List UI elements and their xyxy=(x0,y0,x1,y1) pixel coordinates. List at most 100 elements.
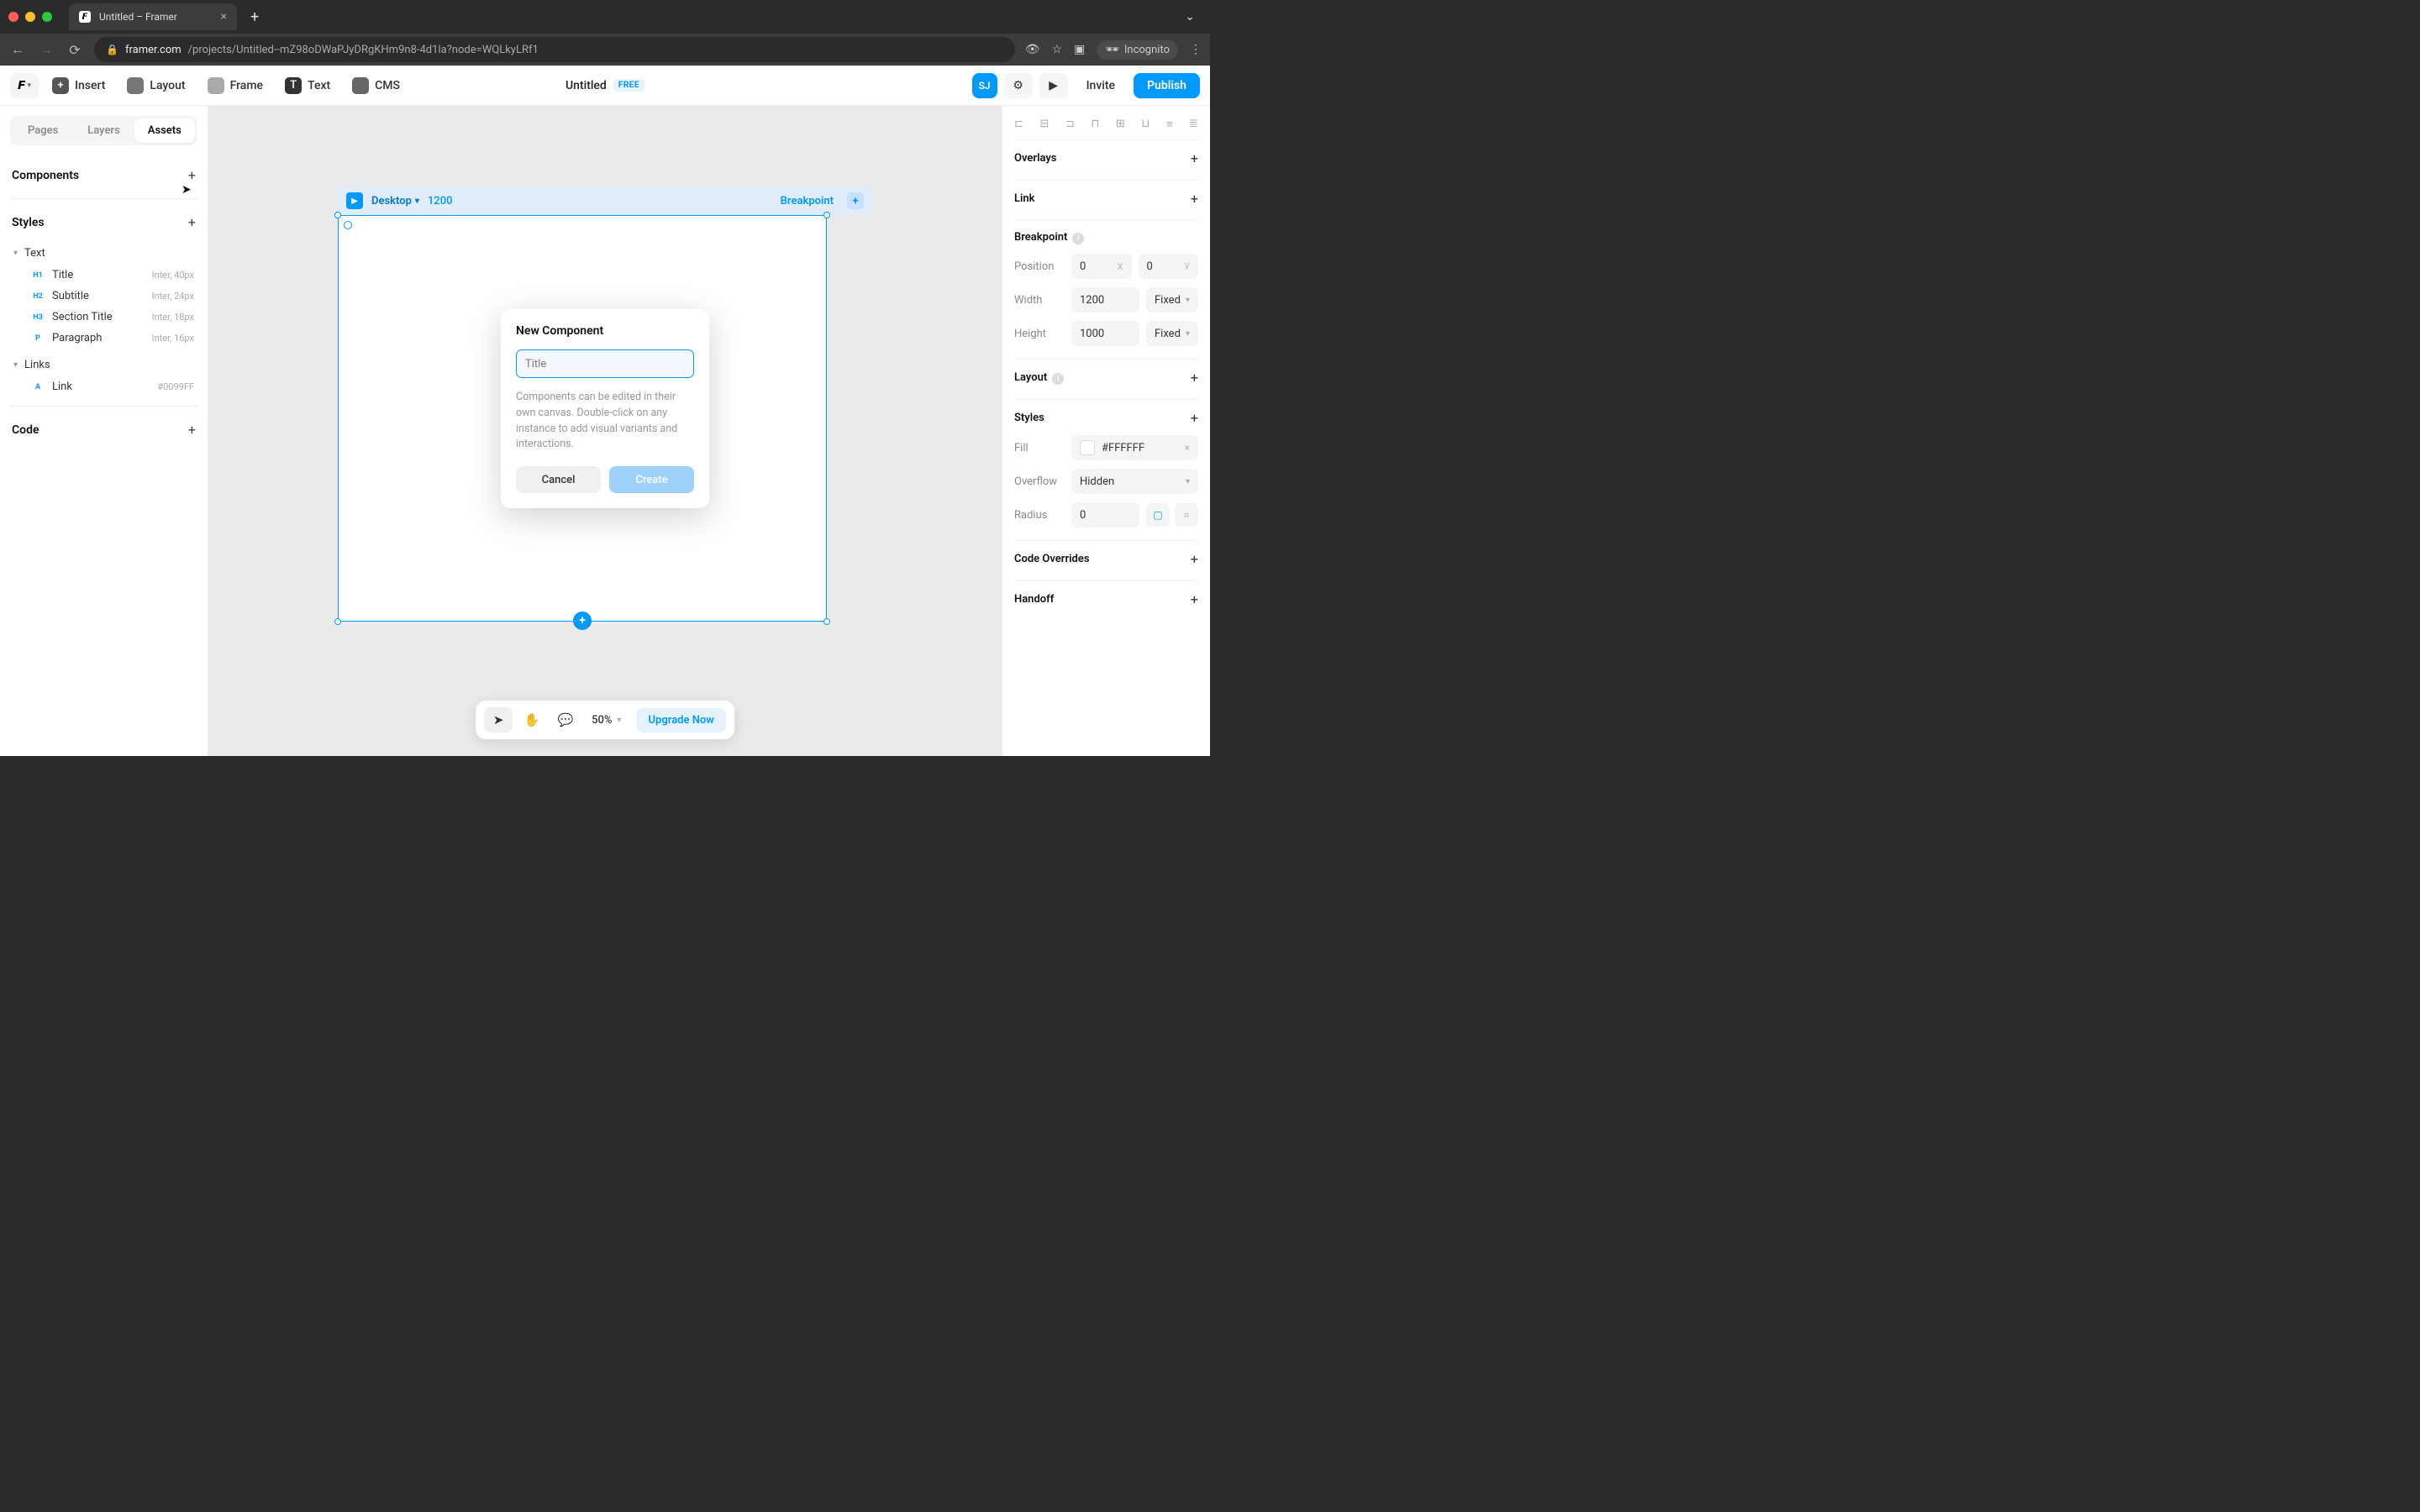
cms-tool[interactable]: CMS xyxy=(344,72,408,99)
add-link-button[interactable]: + xyxy=(1191,191,1198,207)
close-tab-icon[interactable]: × xyxy=(221,10,227,24)
back-button[interactable]: ← xyxy=(8,41,27,58)
clear-fill-button[interactable]: × xyxy=(1185,442,1190,454)
add-component-button[interactable]: + xyxy=(188,167,196,183)
styles-section: Styles+ Fill #FFFFFF × Overflow Hidden▾ … xyxy=(1014,399,1198,540)
frame-tool[interactable]: Frame xyxy=(199,72,271,99)
reload-button[interactable]: ⟳ xyxy=(66,42,84,58)
style-meta: Inter, 18px xyxy=(152,312,194,323)
links-style-group: ▾ Links A Link #0099FF xyxy=(10,354,197,397)
handoff-label: Handoff xyxy=(1014,593,1054,606)
preview-button[interactable]: ▶ xyxy=(1039,73,1068,98)
distribute-h-icon[interactable]: ≡ xyxy=(1166,118,1173,131)
width-mode-select[interactable]: Fixed▾ xyxy=(1146,287,1198,312)
forward-button[interactable]: → xyxy=(37,41,55,58)
close-window-button[interactable] xyxy=(8,12,18,22)
links-group-toggle[interactable]: ▾ Links xyxy=(10,354,197,376)
minimize-window-button[interactable] xyxy=(25,12,35,22)
frame-name-dropdown[interactable]: Desktop ▾ xyxy=(371,195,419,207)
radius-input[interactable]: 0 xyxy=(1071,502,1139,528)
document-title[interactable]: Untitled FREE xyxy=(566,79,644,92)
create-button[interactable]: Create xyxy=(609,466,694,493)
extensions-icon[interactable]: ▣ xyxy=(1074,43,1085,56)
align-bottom-icon[interactable]: ⊔ xyxy=(1141,118,1150,131)
select-tool[interactable]: ➤ xyxy=(484,707,513,732)
handoff-section: Handoff + xyxy=(1014,580,1198,621)
add-styles-button[interactable]: + xyxy=(1191,410,1198,426)
style-section-title[interactable]: H3 Section Title Inter, 18px xyxy=(10,307,197,328)
height-input[interactable]: 1000 xyxy=(1071,321,1139,346)
cancel-button[interactable]: Cancel xyxy=(516,466,601,493)
tab-pages[interactable]: Pages xyxy=(13,118,73,143)
align-left-icon[interactable]: ⊏ xyxy=(1014,118,1023,131)
fill-value: #FFFFFF xyxy=(1102,442,1144,454)
height-mode-select[interactable]: Fixed▾ xyxy=(1146,321,1198,346)
tab-layers[interactable]: Layers xyxy=(73,118,134,143)
align-center-v-icon[interactable]: ⊞ xyxy=(1116,118,1125,131)
upgrade-button[interactable]: Upgrade Now xyxy=(637,708,726,732)
tab-assets[interactable]: Assets xyxy=(134,118,195,143)
component-name-input[interactable] xyxy=(516,349,694,378)
style-paragraph[interactable]: P Paragraph Inter, 16px xyxy=(10,328,197,349)
add-layout-button[interactable]: + xyxy=(1191,370,1198,386)
framer-menu-button[interactable]: 𝙁 ▾ xyxy=(10,73,39,98)
style-subtitle[interactable]: H2 Subtitle Inter, 24px xyxy=(10,286,197,307)
add-overlay-button[interactable]: + xyxy=(1191,150,1198,166)
user-avatar[interactable]: SJ xyxy=(972,73,997,98)
zoom-dropdown[interactable]: 50% ▾ xyxy=(585,714,628,727)
style-tag: H3 xyxy=(30,313,45,322)
distribute-v-icon[interactable]: ≣ xyxy=(1189,118,1198,131)
code-overrides-section: Code Overrides+ xyxy=(1014,540,1198,580)
position-y-input[interactable]: 0Y xyxy=(1139,254,1199,279)
publish-button[interactable]: Publish xyxy=(1134,73,1200,98)
info-icon[interactable]: i xyxy=(1052,373,1064,385)
settings-button[interactable]: ⚙ xyxy=(1004,73,1033,98)
fill-input[interactable]: #FFFFFF × xyxy=(1071,435,1198,460)
radius-individual-button[interactable]: ⌗ xyxy=(1175,503,1198,527)
radius-uniform-button[interactable]: ▢ xyxy=(1146,503,1170,527)
add-code-button[interactable]: + xyxy=(188,422,196,438)
resize-handle-tl[interactable] xyxy=(334,212,341,218)
overflow-select[interactable]: Hidden▾ xyxy=(1071,469,1198,494)
position-x-input[interactable]: 0X xyxy=(1071,254,1132,279)
add-section-button[interactable]: + xyxy=(573,612,592,630)
style-title[interactable]: H1 Title Inter, 40px xyxy=(10,265,197,286)
bookmark-icon[interactable]: ☆ xyxy=(1052,43,1063,56)
add-override-button[interactable]: + xyxy=(1191,551,1198,567)
url-input[interactable]: 🔒 framer.com/projects/Untitled--mZ98oDWa… xyxy=(94,37,1015,62)
resize-handle-bl[interactable] xyxy=(334,618,341,625)
resize-handle-tr[interactable] xyxy=(823,212,830,218)
incognito-eye-icon[interactable]: 👁 xyxy=(1025,43,1040,56)
text-group-toggle[interactable]: ▾ Text xyxy=(10,242,197,265)
cursor-icon: ➤ xyxy=(182,183,192,197)
align-center-h-icon[interactable]: ⊟ xyxy=(1039,118,1049,131)
maximize-window-button[interactable] xyxy=(42,12,52,22)
breakpoint-label[interactable]: Breakpoint xyxy=(781,195,834,207)
insert-tool[interactable]: + Insert xyxy=(44,72,113,99)
invite-button[interactable]: Invite xyxy=(1075,74,1127,97)
handoff-expand-button[interactable]: + xyxy=(1191,591,1198,607)
url-domain: framer.com xyxy=(125,44,182,56)
resize-handle-br[interactable] xyxy=(823,618,830,625)
canvas[interactable]: ▶ Desktop ▾ 1200 Breakpoint + + xyxy=(208,106,1002,756)
add-style-button[interactable]: + xyxy=(188,214,196,230)
window-controls xyxy=(8,12,52,22)
align-right-icon[interactable]: ⊐ xyxy=(1065,118,1075,131)
align-top-icon[interactable]: ⊓ xyxy=(1091,118,1099,131)
style-link[interactable]: A Link #0099FF xyxy=(10,376,197,397)
add-breakpoint-button[interactable]: + xyxy=(847,192,864,209)
hand-tool[interactable]: ✋ xyxy=(518,707,546,732)
info-icon[interactable]: i xyxy=(1072,233,1084,244)
new-tab-button[interactable]: + xyxy=(245,8,264,26)
layout-tool[interactable]: Layout xyxy=(118,72,193,99)
incognito-icon: 🕶 xyxy=(1105,44,1119,56)
text-tool[interactable]: T Text xyxy=(276,72,339,99)
width-input[interactable]: 1200 xyxy=(1071,287,1139,312)
frame-home-icon[interactable]: ▶ xyxy=(346,192,363,209)
browser-menu-icon[interactable]: ⋮ xyxy=(1190,43,1202,56)
frame-name-text: Desktop xyxy=(371,195,412,207)
incognito-badge[interactable]: 🕶 Incognito xyxy=(1097,40,1178,60)
tabs-overflow-icon[interactable]: ⌄ xyxy=(1178,10,1202,24)
comment-tool[interactable]: 💬 xyxy=(551,707,580,732)
browser-tab[interactable]: 𝙁 Untitled – Framer × xyxy=(69,3,237,30)
